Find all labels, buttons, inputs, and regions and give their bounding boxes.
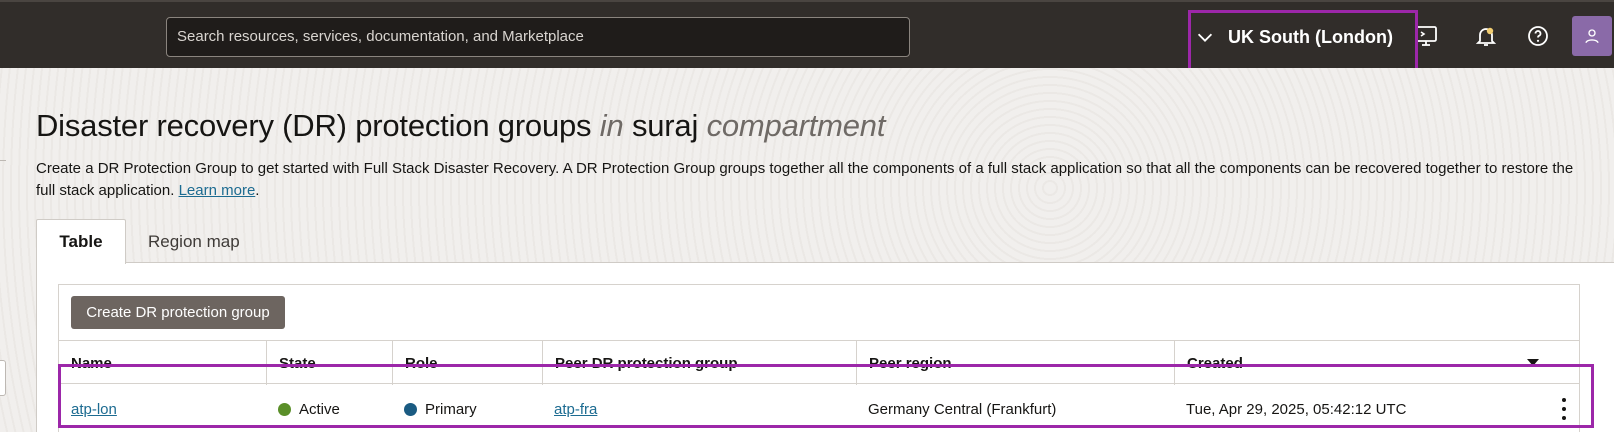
cell-state: Active (266, 386, 340, 432)
column-header-state[interactable]: State (266, 341, 392, 385)
page-title-main: Disaster recovery (DR) protection groups (36, 108, 592, 143)
column-header-peer-region[interactable]: Peer region (856, 341, 1174, 385)
tab-table[interactable]: Table (36, 219, 126, 264)
peer-group-link[interactable]: atp-fra (554, 401, 597, 418)
column-header-peer-group[interactable]: Peer DR protection group (542, 341, 856, 385)
top-navigation-bar: Search resources, services, documentatio… (0, 0, 1614, 68)
create-dr-protection-group-button[interactable]: Create DR protection group (71, 296, 285, 329)
search-placeholder: Search resources, services, documentatio… (177, 28, 584, 45)
left-edge-divider (0, 160, 6, 161)
page-description: Create a DR Protection Group to get star… (36, 160, 1574, 199)
sort-descending-icon[interactable] (1527, 359, 1539, 366)
bell-icon[interactable] (1474, 24, 1498, 48)
column-header-name[interactable]: Name (59, 341, 266, 385)
region-selector[interactable]: UK South (London) (1194, 16, 1404, 58)
search-input[interactable]: Search resources, services, documentatio… (166, 17, 910, 57)
cell-name: atp-lon (59, 386, 117, 432)
page-title-compartment-word: compartment (706, 108, 886, 143)
role-primary-icon (404, 402, 417, 416)
cell-created: Tue, Apr 29, 2025, 05:42:12 UTC (1186, 400, 1407, 418)
table-header: Name State Role Peer DR protection group… (59, 340, 1579, 385)
help-icon[interactable] (1526, 24, 1550, 48)
page-description-text: Create a DR Protection Group to get star… (36, 160, 1574, 199)
left-panel-edge (0, 360, 6, 396)
cloud-shell-icon[interactable] (1414, 24, 1438, 48)
chevron-down-icon (1197, 33, 1213, 42)
protection-group-link[interactable]: atp-lon (71, 401, 117, 418)
cell-role: Primary (392, 386, 477, 432)
row-actions-menu-icon[interactable] (1557, 398, 1571, 420)
page-title-in: in (599, 108, 624, 143)
role-label: Primary (425, 400, 477, 418)
cell-peer-region: Germany Central (Frankfurt) (868, 400, 1057, 418)
user-icon (1585, 29, 1599, 44)
region-label: UK South (London) (1228, 26, 1393, 47)
cell-peer-group: atp-fra (542, 386, 597, 432)
column-header-role[interactable]: Role (392, 341, 542, 385)
page-title-compartment: suraj (631, 108, 699, 143)
tab-region-map[interactable]: Region map (140, 219, 248, 264)
state-label: Active (299, 400, 340, 418)
user-avatar[interactable] (1572, 16, 1612, 56)
table-row: atp-lon Active Primary atp-fra Germany C… (59, 386, 1579, 432)
page-title: Disaster recovery (DR) protection groups… (36, 108, 885, 144)
column-header-created[interactable]: Created (1174, 341, 1579, 385)
status-active-icon (278, 402, 291, 416)
learn-more-link[interactable]: Learn more (179, 182, 256, 199)
